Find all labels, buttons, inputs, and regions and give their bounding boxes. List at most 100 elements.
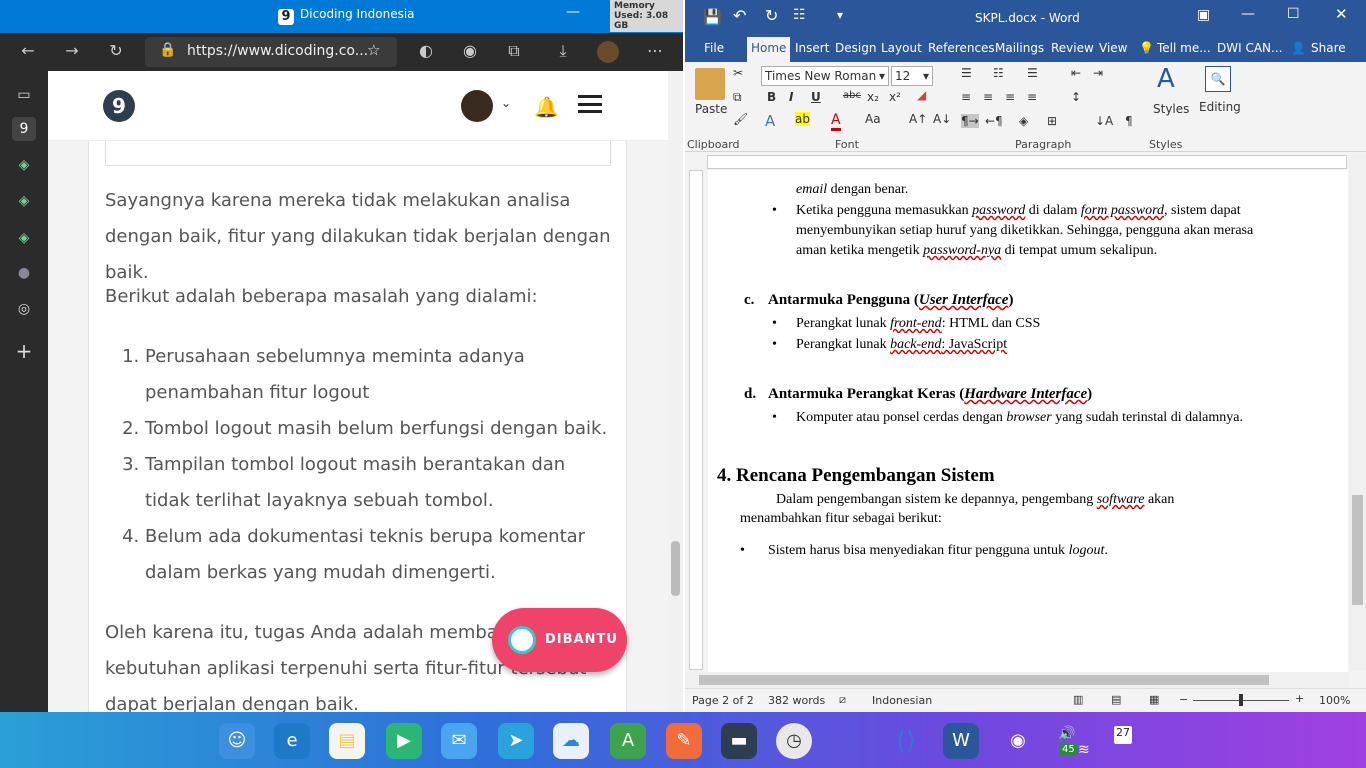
wifi-icon[interactable]: ≋: [1078, 742, 1090, 758]
subscript-icon[interactable]: x₂: [867, 90, 879, 104]
align-center-icon[interactable]: ≡: [983, 90, 993, 104]
paste-icon[interactable]: [695, 68, 725, 100]
share-icon[interactable]: 👤: [1291, 41, 1306, 55]
add-icon[interactable]: +: [12, 339, 36, 363]
extension-icon[interactable]: ◐: [416, 41, 436, 60]
quick-access-icon[interactable]: ☷: [793, 7, 806, 23]
app-icon[interactable]: ◈: [12, 226, 36, 250]
copy-icon[interactable]: ⧉: [733, 90, 742, 105]
extension-owl-icon[interactable]: ◉: [460, 41, 480, 60]
shading-icon[interactable]: ◈: [1019, 114, 1028, 128]
vscode-icon[interactable]: ⟨⟩: [888, 723, 924, 759]
tell-me-input[interactable]: Tell me...: [1157, 41, 1211, 55]
scrollbar-thumb[interactable]: [671, 541, 680, 596]
telegram-icon[interactable]: ➤: [498, 723, 534, 759]
server-icon[interactable]: ▬: [721, 723, 757, 759]
tab-title[interactable]: Dicoding Indonesia: [300, 7, 415, 21]
redo-icon[interactable]: ↻: [765, 6, 778, 25]
word-count[interactable]: 382 words: [768, 694, 825, 707]
scrollbar-thumb[interactable]: [1352, 495, 1363, 605]
undo-icon[interactable]: ↶: [733, 6, 746, 25]
notes-icon[interactable]: ▤: [329, 723, 365, 759]
close-icon[interactable]: ✕: [1335, 5, 1348, 23]
styles-icon[interactable]: A: [1157, 64, 1175, 94]
minimize-icon[interactable]: —: [566, 4, 580, 20]
clear-format-icon[interactable]: ◢: [917, 88, 926, 102]
app-icon[interactable]: ◈: [12, 189, 36, 213]
bold-icon[interactable]: B: [767, 90, 776, 104]
tab-insert[interactable]: Insert: [795, 41, 829, 55]
finder-icon[interactable]: ☺: [219, 723, 255, 759]
dicoding-sidebar-icon[interactable]: 9: [12, 117, 36, 141]
highlight-icon[interactable]: ab: [795, 112, 810, 126]
font-size-select[interactable]: 12 ▾: [891, 66, 933, 86]
maximize-icon[interactable]: ☐: [1287, 6, 1300, 22]
proofing-icon[interactable]: ⧄: [839, 693, 846, 707]
word-icon[interactable]: W: [943, 723, 979, 759]
print-layout-icon[interactable]: ▤: [1111, 693, 1121, 706]
more-icon[interactable]: ⋯: [645, 41, 665, 60]
tab-mailings[interactable]: Mailings: [995, 41, 1044, 55]
page-scrollbar[interactable]: [668, 71, 683, 712]
align-left-icon[interactable]: ≡: [961, 90, 971, 104]
tab-references[interactable]: References: [928, 41, 995, 55]
pen-icon[interactable]: ✎: [666, 723, 702, 759]
volume-icon[interactable]: 🔊: [1058, 726, 1075, 742]
zoom-in-icon[interactable]: +: [1295, 692, 1304, 705]
bullets-icon[interactable]: ☰: [961, 66, 972, 80]
numbering-icon[interactable]: ☷: [993, 66, 1004, 80]
forward-icon[interactable]: →: [62, 41, 82, 60]
app-icon[interactable]: ◉: [1000, 723, 1036, 759]
tab-file[interactable]: File: [704, 41, 724, 55]
address-bar[interactable]: 🔒 https://www.dicoding.co... ☆: [145, 37, 397, 67]
scrollbar-thumb[interactable]: [699, 675, 1269, 685]
paste-button[interactable]: Paste: [695, 102, 727, 116]
format-painter-icon[interactable]: 🖌: [733, 112, 748, 126]
line-spacing-icon[interactable]: ↕: [1071, 90, 1081, 104]
minimize-icon[interactable]: —: [1241, 6, 1255, 22]
horizontal-ruler[interactable]: [707, 155, 1347, 169]
dicoding-logo[interactable]: 9: [103, 90, 135, 122]
italic-icon[interactable]: I: [789, 90, 793, 104]
search-icon[interactable]: 🔍: [1205, 66, 1231, 92]
account-name[interactable]: DWI CAN...: [1217, 41, 1282, 55]
align-right-icon[interactable]: ≡: [1005, 90, 1015, 104]
justify-icon[interactable]: ≡: [1027, 90, 1037, 104]
ribbon-display-icon[interactable]: ▣: [1197, 7, 1210, 23]
url-text[interactable]: https://www.dicoding.co...: [187, 43, 368, 59]
editing-button[interactable]: Editing: [1199, 100, 1241, 114]
download-icon[interactable]: ⤓: [553, 41, 573, 61]
extensions-icon[interactable]: ⧉: [504, 41, 524, 61]
underline-icon[interactable]: U: [811, 90, 821, 104]
tab-layout[interactable]: Layout: [881, 41, 922, 55]
horizontal-scrollbar[interactable]: [685, 672, 1349, 688]
increase-indent-icon[interactable]: ⇥: [1093, 66, 1103, 80]
text-effects-icon[interactable]: A: [765, 112, 775, 130]
language[interactable]: Indonesian: [872, 694, 932, 707]
shrink-font-icon[interactable]: A↓: [933, 112, 951, 126]
grow-font-icon[interactable]: A↑: [909, 112, 927, 126]
page-count[interactable]: Page 2 of 2: [692, 694, 754, 707]
mail-icon[interactable]: ✉: [441, 723, 477, 759]
ltr-icon[interactable]: ¶→: [961, 114, 979, 128]
sort-icon[interactable]: ↓A: [1095, 114, 1113, 128]
superscript-icon[interactable]: x²: [889, 90, 901, 104]
font-name-select[interactable]: Times New Roman ▾: [761, 66, 889, 86]
change-case-icon[interactable]: Aa: [865, 112, 881, 126]
tab-review[interactable]: Review: [1051, 41, 1094, 55]
show-marks-icon[interactable]: ¶: [1125, 114, 1133, 128]
lock-icon[interactable]: 🔒: [159, 42, 176, 58]
customize-icon[interactable]: ▾: [837, 8, 843, 22]
tab-design[interactable]: Design: [835, 41, 876, 55]
menu-icon[interactable]: [578, 95, 602, 113]
android-studio-icon[interactable]: A: [610, 723, 646, 759]
font-color-icon[interactable]: A: [831, 112, 841, 131]
cut-icon[interactable]: ✂: [733, 66, 743, 80]
strikethrough-icon[interactable]: abc: [843, 90, 861, 101]
profile-avatar[interactable]: [597, 41, 619, 63]
app-icon[interactable]: ◈: [12, 153, 36, 177]
styles-button[interactable]: Styles: [1153, 102, 1189, 116]
edge-icon[interactable]: e: [274, 723, 310, 759]
rtl-icon[interactable]: ←¶: [985, 114, 1003, 128]
multilevel-list-icon[interactable]: ☰: [1027, 66, 1038, 80]
